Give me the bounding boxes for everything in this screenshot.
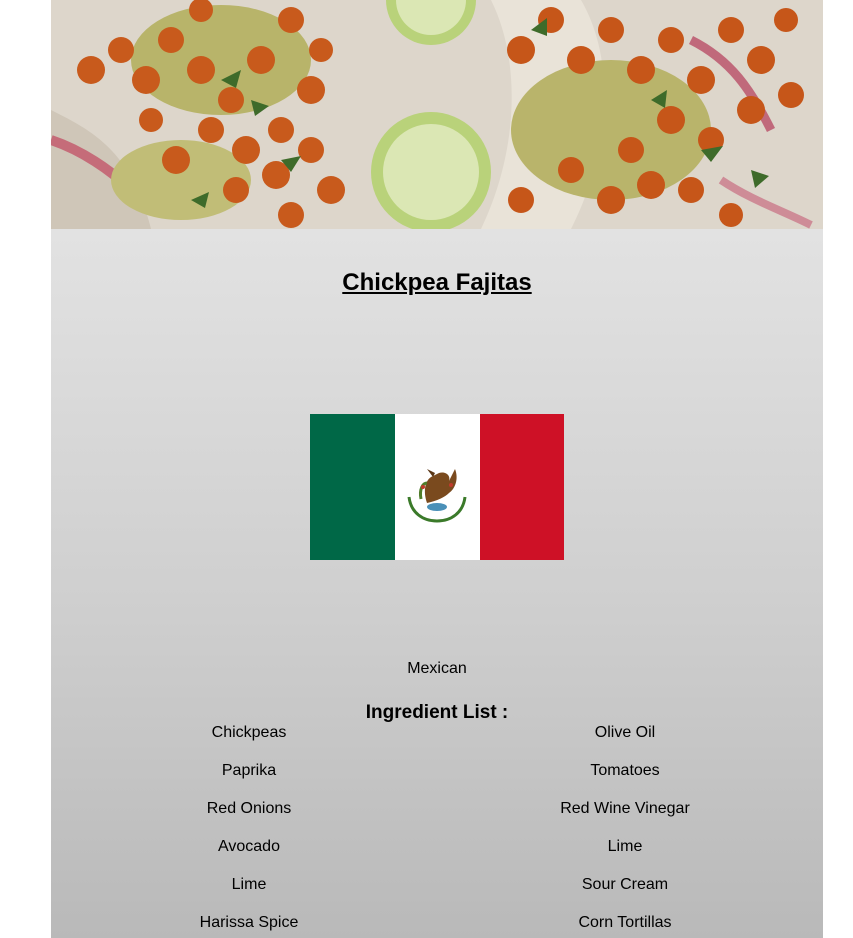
ingredient-item: Harissa Spice [199,914,299,931]
ingredient-item: Paprika [221,762,277,779]
ingredient-item: Sour Cream [581,876,669,893]
ingredients-left-column: Chickpeas Paprika Red Onions Avocado Lim… [99,723,399,938]
ingredient-item: Avocado [218,838,280,855]
ingredients-right-column: Olive Oil Tomatoes Red Wine Vinegar Lime… [475,723,775,938]
ingredient-item: Lime [231,876,267,893]
ingredient-item: Chickpeas [211,724,287,741]
ingredient-item: Red Wine Vinegar [560,800,690,817]
cuisine-label: Mexican [407,660,467,677]
ingredient-list-heading: Ingredient List : [365,702,509,723]
ingredient-item: Corn Tortillas [578,914,672,931]
ingredient-item: Red Onions [206,800,292,817]
ingredient-item: Lime [607,838,643,855]
recipe-card: Chickpea Fajitas Mexican Ingredient List… [51,0,823,938]
ingredient-item: Olive Oil [594,724,656,741]
ingredient-item: Tomatoes [590,762,660,779]
hero-food-image [51,0,823,229]
mexico-flag-icon [310,414,564,560]
recipe-title: Chickpea Fajitas [342,269,532,296]
